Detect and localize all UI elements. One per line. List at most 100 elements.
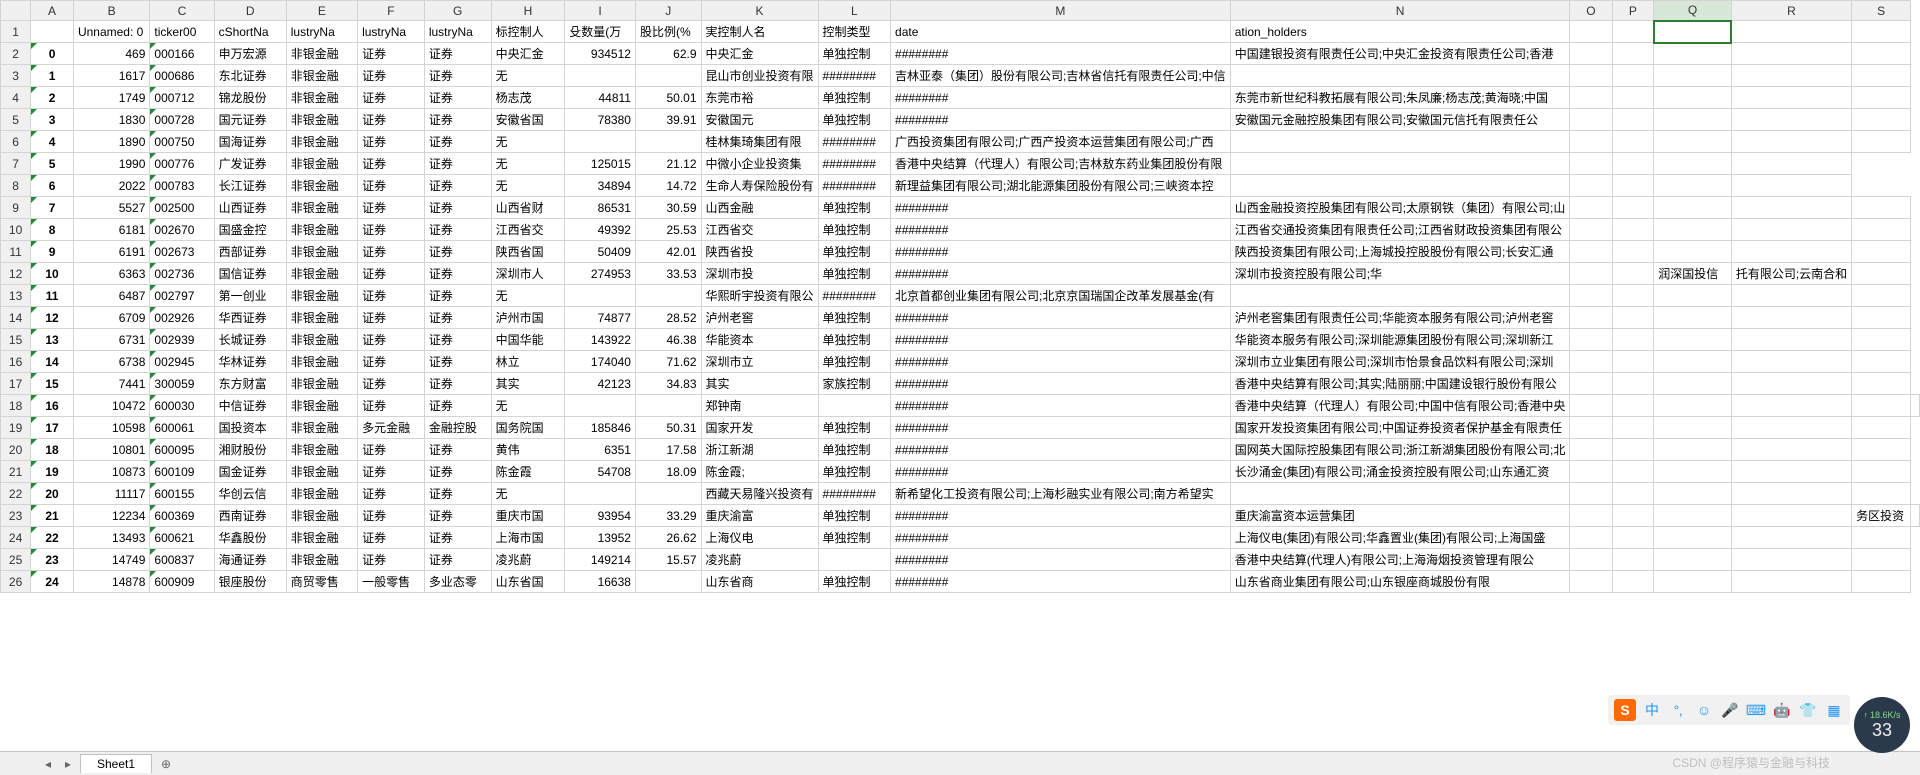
row-header-22[interactable]: 22: [1, 483, 31, 505]
cell[interactable]: [1852, 307, 1911, 329]
row-header-12[interactable]: 12: [1, 263, 31, 285]
cell[interactable]: 21: [31, 505, 74, 527]
row-header-3[interactable]: 3: [1, 65, 31, 87]
cell[interactable]: 证券: [424, 329, 491, 351]
cell[interactable]: 10801: [73, 439, 149, 461]
cell[interactable]: 证券: [424, 241, 491, 263]
sogou-logo-icon[interactable]: S: [1614, 699, 1636, 721]
cell[interactable]: 单独控制: [818, 197, 890, 219]
cell[interactable]: 14749: [73, 549, 149, 571]
cell[interactable]: ########: [891, 549, 1231, 571]
cell[interactable]: 42.01: [635, 241, 701, 263]
cell[interactable]: [1612, 285, 1654, 307]
row-header-1[interactable]: 1: [1, 21, 31, 43]
cell[interactable]: 证券: [358, 263, 425, 285]
column-header-j[interactable]: J: [635, 1, 701, 21]
cell[interactable]: [635, 131, 701, 153]
cell[interactable]: 14.72: [635, 175, 701, 197]
cell[interactable]: [1731, 43, 1851, 65]
cell[interactable]: 002939: [150, 329, 214, 351]
cell[interactable]: 17.58: [635, 439, 701, 461]
cell[interactable]: 证券: [358, 483, 425, 505]
cell[interactable]: 证券: [358, 65, 425, 87]
sheet-nav-first[interactable]: ◂: [40, 756, 56, 772]
cell[interactable]: 国海证券: [214, 131, 286, 153]
column-header-q[interactable]: Q: [1654, 1, 1732, 21]
cell[interactable]: 单独控制: [818, 417, 890, 439]
column-header-i[interactable]: I: [565, 1, 636, 21]
cell[interactable]: [1612, 505, 1654, 527]
cell[interactable]: [1852, 461, 1911, 483]
cell[interactable]: 149214: [565, 549, 636, 571]
cell[interactable]: 1749: [73, 87, 149, 109]
cell[interactable]: 证券: [424, 395, 491, 417]
cell[interactable]: 单独控制: [818, 241, 890, 263]
cell[interactable]: [1570, 65, 1612, 87]
cell[interactable]: 申万宏源: [214, 43, 286, 65]
cell[interactable]: 14: [31, 351, 74, 373]
cell[interactable]: 国网英大国际控股集团有限公司;浙江新湖集团股份有限公司;北: [1230, 439, 1570, 461]
cell[interactable]: 西藏天易隆兴投资有: [701, 483, 818, 505]
cell[interactable]: 单独控制: [818, 505, 890, 527]
column-header-l[interactable]: L: [818, 1, 890, 21]
cell[interactable]: ########: [891, 219, 1231, 241]
cell[interactable]: 6731: [73, 329, 149, 351]
cell[interactable]: 000750: [150, 131, 214, 153]
column-header-m[interactable]: M: [891, 1, 1231, 21]
cell[interactable]: 长江证券: [214, 175, 286, 197]
cell[interactable]: 无: [491, 65, 565, 87]
cell[interactable]: 185846: [565, 417, 636, 439]
column-header-p[interactable]: P: [1612, 1, 1654, 21]
cell[interactable]: 11117: [73, 483, 149, 505]
cell[interactable]: 证券: [358, 505, 425, 527]
cell[interactable]: 25.53: [635, 219, 701, 241]
robot-icon[interactable]: 🤖: [1772, 700, 1792, 720]
cell[interactable]: 润深国投信: [1654, 263, 1732, 285]
cell[interactable]: [1612, 439, 1654, 461]
cell[interactable]: 证券: [424, 307, 491, 329]
cell[interactable]: [1731, 439, 1851, 461]
cell[interactable]: ########: [891, 197, 1231, 219]
cell[interactable]: [1852, 329, 1911, 351]
cell[interactable]: 重庆渝富: [701, 505, 818, 527]
cell[interactable]: 证券: [424, 87, 491, 109]
cell[interactable]: [1731, 65, 1851, 87]
cell[interactable]: [1230, 285, 1570, 307]
cell[interactable]: 600155: [150, 483, 214, 505]
cell[interactable]: 证券: [358, 549, 425, 571]
cell[interactable]: 凌兆蔚: [491, 549, 565, 571]
cell[interactable]: [1731, 461, 1851, 483]
cell[interactable]: 002670: [150, 219, 214, 241]
cell[interactable]: 71.62: [635, 351, 701, 373]
cell[interactable]: [635, 65, 701, 87]
cell[interactable]: 单独控制: [818, 461, 890, 483]
cell[interactable]: 广发证券: [214, 153, 286, 175]
cell[interactable]: [635, 483, 701, 505]
cell[interactable]: 安徽省国: [491, 109, 565, 131]
cell[interactable]: 非银金融: [286, 131, 357, 153]
cell[interactable]: ########: [891, 527, 1231, 549]
cell[interactable]: 002797: [150, 285, 214, 307]
cell[interactable]: 10472: [73, 395, 149, 417]
row-header-7[interactable]: 7: [1, 153, 31, 175]
cell[interactable]: [1612, 549, 1654, 571]
cell[interactable]: [1852, 483, 1911, 505]
cell[interactable]: ########: [818, 65, 890, 87]
cell[interactable]: [1731, 219, 1851, 241]
cell[interactable]: 1830: [73, 109, 149, 131]
cell[interactable]: 林立: [491, 351, 565, 373]
cell[interactable]: [1852, 87, 1911, 109]
cell[interactable]: 86531: [565, 197, 636, 219]
cell[interactable]: [1612, 351, 1654, 373]
cell[interactable]: [1612, 527, 1654, 549]
cell[interactable]: 1990: [73, 153, 149, 175]
cell[interactable]: [1654, 109, 1732, 131]
cell[interactable]: [1654, 351, 1732, 373]
cell[interactable]: 600061: [150, 417, 214, 439]
cell[interactable]: 8: [31, 219, 74, 241]
cell[interactable]: 000166: [150, 43, 214, 65]
cell[interactable]: 21.12: [635, 153, 701, 175]
cell[interactable]: ########: [891, 329, 1231, 351]
cell[interactable]: 300059: [150, 373, 214, 395]
cell[interactable]: 证券: [424, 527, 491, 549]
